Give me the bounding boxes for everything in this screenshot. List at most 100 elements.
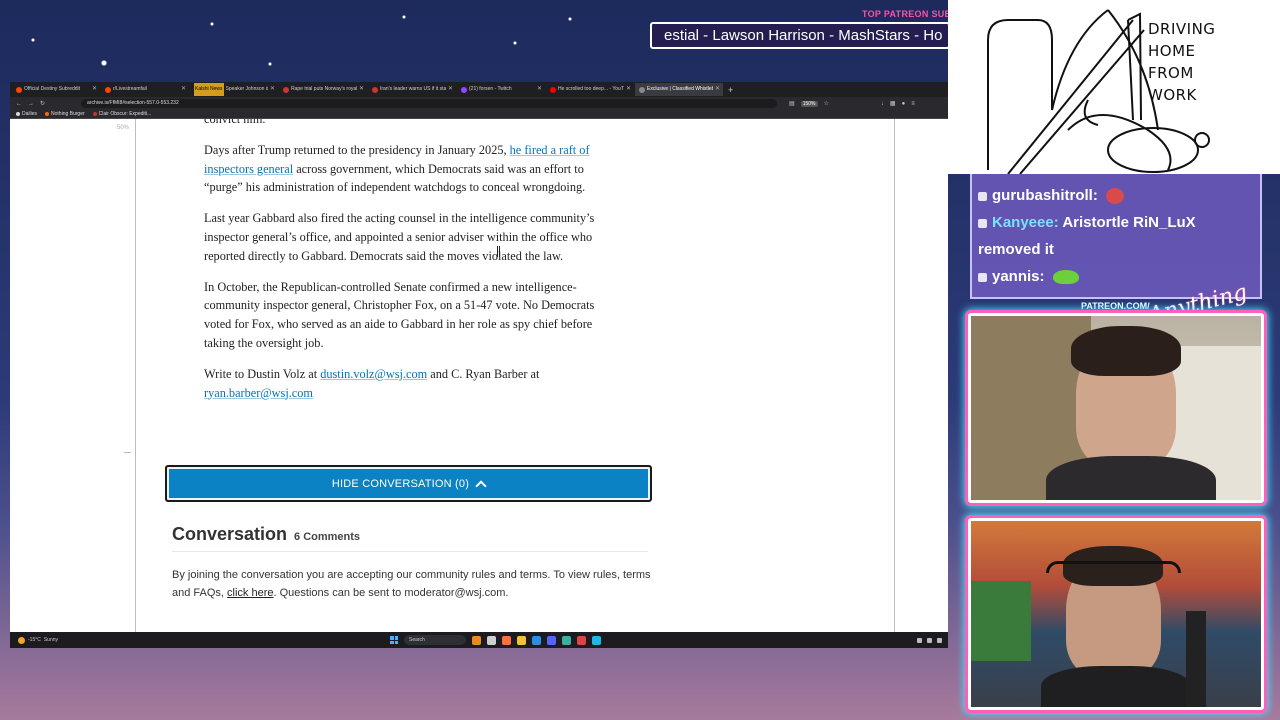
rules-link[interactable]: click here [227,587,273,599]
bookmarks-bar: Dailies Nothing Burger Clair Obscur: Exp… [10,110,948,119]
system-tray[interactable] [917,637,948,643]
network-icon [927,637,932,643]
tab-4[interactable]: Iran's leader warns US if it start ✕ [368,83,456,96]
kalshi-badge: Kalshi News [194,83,224,96]
close-icon[interactable]: ✕ [92,83,97,96]
article-fragment: convict him. [204,119,266,126]
tab-7[interactable]: Exclusive | Classified Whistleblo ✕ [635,83,723,96]
chrome-icon[interactable] [577,635,586,645]
windows-start-icon[interactable] [390,636,398,644]
chevron-up-icon [917,637,922,643]
webcam-guest [968,518,1264,710]
drawing-caption: DRIVING HOME FROM WORK [1148,20,1216,104]
app-icon[interactable] [562,635,571,645]
chat-message: Kanyeee: Aristortle RiN_LuX removed it [978,214,1196,258]
chat-badge-icon [978,218,987,228]
chat-message: yannis: [978,263,1254,290]
forward-icon[interactable]: → [28,101,34,107]
bookmark-icon [45,112,50,116]
browser-icon[interactable] [502,635,511,645]
article-paragraph-3: In October, the Republican-controlled Se… [204,279,595,350]
twitch-icon [461,86,467,93]
news-icon [372,86,378,93]
guest-shirt [1041,666,1191,707]
app-icon[interactable] [487,635,496,645]
reddit-icon [105,86,111,93]
browser-window: Official Destiny Subreddit ✕ r/Livestream… [10,82,948,632]
close-icon[interactable]: ✕ [626,83,631,96]
hide-conversation-button[interactable]: HIDE CONVERSATION (0) [165,465,652,502]
text-cursor [497,246,500,257]
tab-bar: Official Destiny Subreddit ✕ r/Livestream… [10,82,948,97]
webcam-host [968,313,1264,503]
taskbar-apps: Search [390,635,601,645]
bookmark-icon [92,112,97,116]
patreon-url: PATREON.COM/ [1081,301,1150,311]
conversation-header: Conversation 6 Comments [172,524,360,545]
weather-widget[interactable]: -15°C Sunny [10,636,390,644]
article-body: convict him. Days after Trump returned t… [204,119,624,414]
address-bar[interactable]: archive.is/FfMI8#selection-557.0-553.232 [81,99,778,108]
back-icon[interactable]: ← [16,101,22,107]
email-link-volz[interactable]: dustin.volz@wsj.com [320,367,427,381]
download-icon[interactable]: ↓ [881,101,884,107]
navigation-toolbar: ← → ↻ archive.is/FfMI8#selection-557.0-5… [10,97,948,110]
headphones [1046,561,1181,573]
chat-panel: gurubashitroll: Kanyeee: Aristortle RiN_… [970,174,1262,299]
page-zoom-label: 50% [117,125,130,131]
article-paragraph-1: Days after Trump returned to the preside… [204,142,590,195]
ticker-heading: TOP PATREON SUBS [862,9,952,19]
reader-icon[interactable]: ▤ [789,100,795,107]
app-icon[interactable] [532,635,541,645]
menu-icon[interactable]: ≡ [911,101,915,107]
taskbar-search[interactable]: Search [404,635,466,645]
zoom-badge[interactable]: 150% [800,100,818,107]
bookmark-star-icon[interactable]: ☆ [824,100,829,107]
windows-taskbar: -15°C Sunny Search [10,632,948,648]
microphone [1186,611,1206,707]
profile-icon[interactable]: ● [902,101,906,107]
conversation-title: Conversation [172,524,288,544]
email-link-barber[interactable]: ryan.barber@wsj.com [204,386,313,400]
host-hair [1071,326,1181,376]
close-icon[interactable]: ✕ [270,83,275,96]
app-icon[interactable] [592,635,601,645]
tab-0[interactable]: Official Destiny Subreddit ✕ [12,83,100,96]
new-tab-button[interactable]: + [724,85,737,95]
news-icon [283,86,289,93]
emote-icon [1052,270,1079,285]
tab-2[interactable]: Kalshi NewsSpeaker Johnson is 'confident… [190,83,278,96]
comment-count: 6 Comments [294,531,361,543]
plant [971,581,1031,661]
chat-badge-icon [978,272,987,282]
patreon-ticker: estial - Lawson Harrison - MashStars - H… [650,22,950,49]
folder-icon [16,112,20,116]
close-icon[interactable]: ✕ [359,83,364,96]
reload-icon[interactable]: ↻ [40,100,45,107]
bookmark-dailies[interactable]: Dailies [16,111,37,117]
chevron-up-icon [475,479,487,492]
youtube-icon [550,86,556,93]
chat-badge-icon [978,191,987,201]
tab-1[interactable]: r/Livestreamfail ✕ [101,83,189,96]
tab-3[interactable]: Rape trial puts Norway's royal f ✕ [279,83,367,96]
folder-icon[interactable] [517,635,526,645]
extensions-icon[interactable]: ▦ [890,100,896,107]
emote-icon [1106,188,1124,205]
bookmark-clair-obscur[interactable]: Clair Obscur: Expediti... [92,111,151,117]
archive-icon [639,86,645,93]
close-icon[interactable]: ✕ [181,83,186,96]
reddit-icon [16,86,22,93]
close-icon[interactable]: ✕ [448,83,453,96]
tab-6[interactable]: He scrolled too deep... - YouTub ✕ [546,83,634,96]
conversation-rules: By joining the conversation you are acce… [172,569,651,599]
tab-5[interactable]: (21) forsen - Twitch ✕ [457,83,545,96]
page-viewport: 50% convict him. Days after Trump return… [10,119,948,632]
close-icon[interactable]: ✕ [537,83,542,96]
close-icon[interactable]: ✕ [715,83,720,96]
discord-icon[interactable] [547,635,556,645]
article-paragraph-2: Last year Gabbard also fired the acting … [204,211,595,263]
app-icon[interactable] [472,635,481,645]
bookmark-nothing-burger[interactable]: Nothing Burger [45,111,85,117]
chat-message: gurubashitroll: [978,182,1254,209]
